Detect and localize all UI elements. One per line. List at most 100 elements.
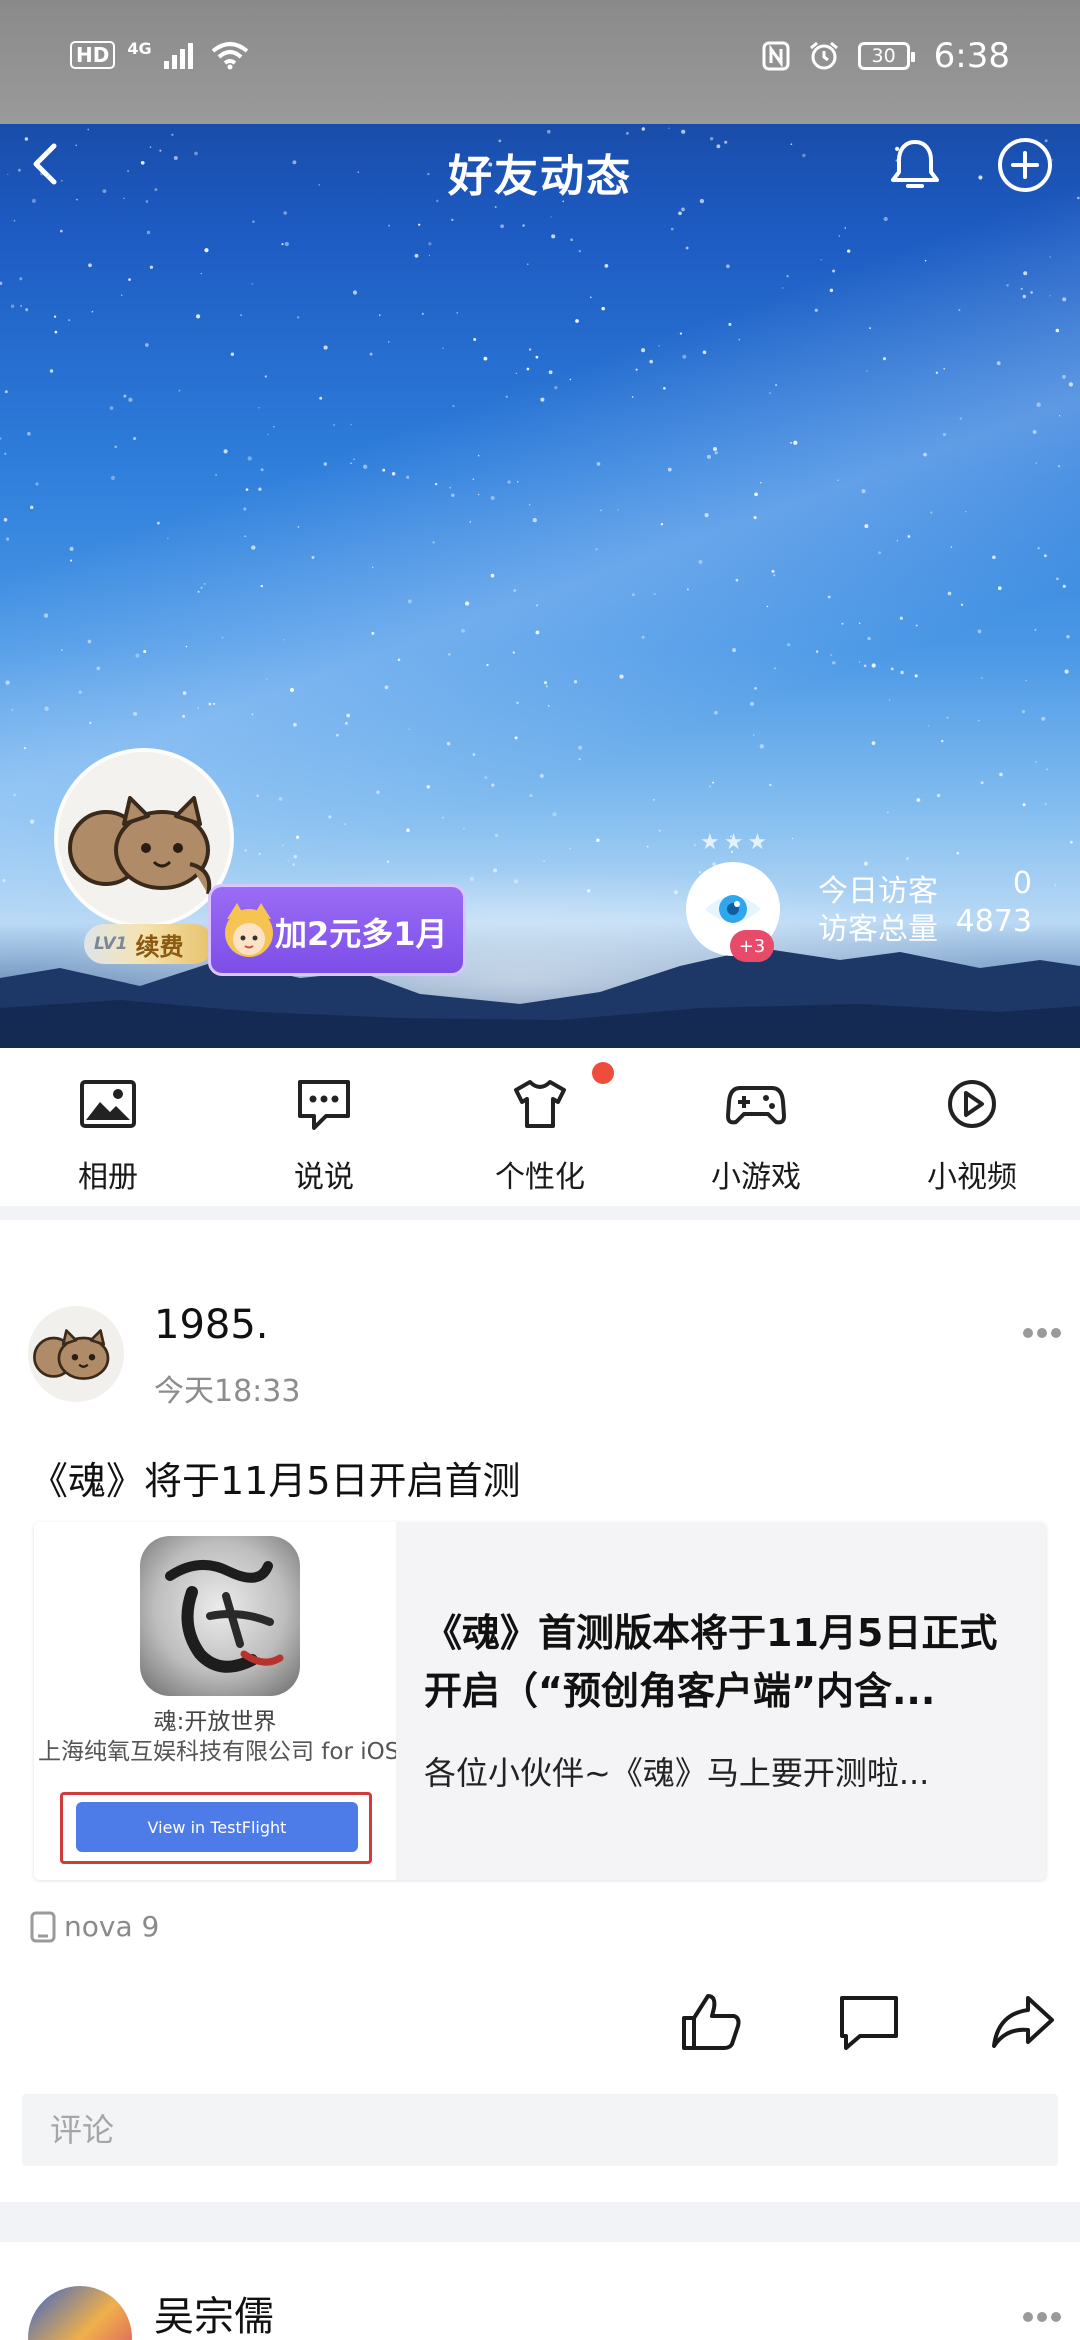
bell-icon[interactable] bbox=[884, 134, 946, 196]
star bbox=[1025, 679, 1027, 682]
star bbox=[432, 541, 435, 544]
like-icon[interactable] bbox=[678, 1990, 744, 2052]
post-author-name[interactable]: 1985. bbox=[154, 1302, 269, 1348]
shortcut-album[interactable]: 相册 bbox=[0, 1048, 216, 1198]
status-bar: HD 4G 30 6:38 bbox=[0, 0, 1080, 124]
star bbox=[899, 616, 904, 620]
star bbox=[1044, 803, 1047, 806]
star bbox=[943, 367, 945, 370]
post-author-name[interactable]: 吴宗儒 bbox=[154, 2284, 274, 2340]
tshirt-icon bbox=[514, 1080, 566, 1128]
star bbox=[548, 370, 553, 375]
star bbox=[352, 290, 358, 295]
star bbox=[1021, 710, 1026, 714]
star bbox=[882, 357, 887, 361]
app-name: 魂:开放世界 bbox=[153, 1709, 277, 1735]
star bbox=[698, 559, 703, 564]
star bbox=[109, 406, 114, 410]
star bbox=[844, 227, 847, 229]
star bbox=[685, 246, 689, 250]
nav-bar: 好友动态 bbox=[0, 124, 1080, 206]
star bbox=[278, 797, 283, 801]
shortcut-label: 小视频 bbox=[927, 1160, 1017, 1195]
star bbox=[1062, 375, 1066, 379]
star bbox=[178, 389, 181, 392]
star bbox=[145, 343, 149, 347]
star bbox=[128, 278, 131, 281]
star bbox=[601, 306, 605, 311]
more-options-icon[interactable] bbox=[1022, 2310, 1062, 2324]
star bbox=[464, 601, 470, 606]
star bbox=[847, 249, 851, 253]
user-avatar[interactable] bbox=[54, 748, 234, 928]
star bbox=[841, 622, 844, 625]
shortcut-videos[interactable]: 小视频 bbox=[864, 1048, 1080, 1198]
star bbox=[1034, 628, 1037, 631]
star bbox=[379, 314, 381, 316]
star bbox=[820, 259, 822, 261]
shortcut-moments[interactable]: 说说 bbox=[216, 1048, 432, 1198]
shortcut-label: 小游戏 bbox=[711, 1160, 801, 1195]
shortcut-games[interactable]: 小游戏 bbox=[648, 1048, 864, 1198]
star bbox=[388, 341, 390, 343]
star bbox=[4, 452, 7, 455]
star bbox=[735, 578, 739, 582]
star bbox=[712, 446, 718, 452]
shortcut-personalize[interactable]: 个性化 bbox=[432, 1048, 648, 1198]
shared-link-card[interactable]: 魂:开放世界 上海纯氧互娱科技有限公司 for iOS View in Test… bbox=[34, 1522, 1046, 1880]
star bbox=[548, 705, 550, 707]
star bbox=[1054, 884, 1057, 887]
star bbox=[1035, 462, 1037, 464]
star bbox=[382, 468, 386, 472]
comment-icon[interactable] bbox=[836, 1990, 902, 2052]
star bbox=[999, 772, 1003, 777]
star bbox=[1034, 760, 1037, 763]
star bbox=[345, 721, 348, 725]
star bbox=[371, 631, 375, 635]
star bbox=[350, 462, 352, 464]
post-author-avatar[interactable] bbox=[28, 2286, 132, 2340]
star bbox=[53, 315, 57, 318]
star bbox=[635, 368, 638, 371]
shortcut-label: 说说 bbox=[294, 1160, 354, 1195]
star bbox=[293, 854, 298, 859]
star bbox=[251, 713, 254, 716]
hd-indicator: HD bbox=[70, 41, 116, 69]
star bbox=[864, 524, 869, 529]
star bbox=[554, 385, 558, 390]
star bbox=[244, 849, 247, 852]
star bbox=[600, 509, 602, 512]
share-icon[interactable] bbox=[990, 1990, 1056, 2052]
more-options-icon[interactable] bbox=[1022, 1326, 1062, 1340]
star bbox=[87, 639, 92, 644]
star bbox=[858, 622, 861, 624]
star bbox=[950, 546, 953, 548]
shortcut-label: 个性化 bbox=[495, 1160, 585, 1195]
star bbox=[946, 716, 949, 719]
star bbox=[78, 690, 82, 694]
star bbox=[284, 241, 289, 247]
star bbox=[871, 663, 876, 668]
star bbox=[936, 793, 941, 798]
star bbox=[346, 713, 351, 718]
star bbox=[536, 604, 539, 607]
star bbox=[469, 521, 472, 523]
star bbox=[793, 440, 798, 445]
star bbox=[323, 462, 328, 466]
promo-banner[interactable]: 加2元多1月 bbox=[208, 884, 466, 976]
vip-level-badge[interactable]: LV1 续费 bbox=[84, 924, 214, 964]
star bbox=[1037, 547, 1040, 550]
star bbox=[281, 243, 284, 246]
star bbox=[273, 425, 275, 428]
comment-input[interactable]: 评论 bbox=[22, 2094, 1058, 2166]
star bbox=[258, 407, 260, 409]
star bbox=[679, 332, 682, 335]
star bbox=[295, 835, 300, 839]
star bbox=[230, 352, 235, 356]
star bbox=[787, 643, 791, 647]
star bbox=[369, 352, 373, 356]
star bbox=[753, 516, 757, 520]
post-author-avatar[interactable] bbox=[28, 1306, 124, 1402]
star bbox=[1064, 669, 1069, 674]
add-circle-icon[interactable] bbox=[994, 134, 1056, 196]
